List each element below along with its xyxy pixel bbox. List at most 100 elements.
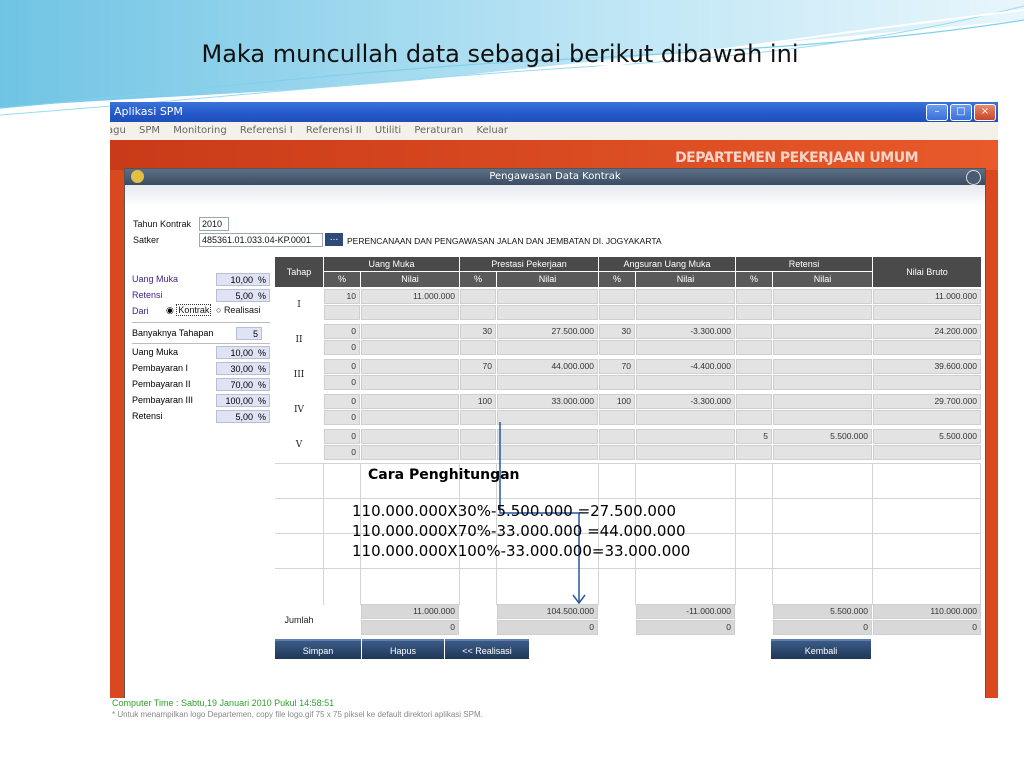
grid-cell[interactable] bbox=[599, 305, 635, 320]
grid-cell[interactable]: -4.400.000 bbox=[636, 359, 735, 374]
grid-cell[interactable]: 30 bbox=[460, 324, 496, 339]
dialog-close-icon[interactable] bbox=[966, 170, 981, 185]
grid-cell[interactable] bbox=[497, 429, 598, 444]
grid-cell[interactable] bbox=[873, 445, 981, 460]
close-icon[interactable]: × bbox=[974, 104, 996, 121]
radio-realisasi[interactable]: ○ Realisasi bbox=[216, 305, 260, 315]
payment-value[interactable]: 30,00 % bbox=[216, 362, 270, 375]
grid-cell[interactable] bbox=[636, 445, 735, 460]
menu-spm[interactable]: SPM bbox=[139, 125, 160, 136]
grid-cell[interactable] bbox=[736, 340, 772, 355]
grid-cell[interactable] bbox=[773, 305, 872, 320]
grid-cell[interactable] bbox=[636, 340, 735, 355]
radio-kontrak[interactable]: ◉ Kontrak bbox=[166, 304, 212, 316]
grid-cell[interactable] bbox=[599, 445, 635, 460]
grid-cell[interactable] bbox=[773, 375, 872, 390]
grid-cell[interactable]: 0 bbox=[324, 445, 360, 460]
grid-cell[interactable] bbox=[736, 410, 772, 425]
uang-muka-value[interactable]: 10,00 % bbox=[216, 273, 270, 286]
grid-cell[interactable] bbox=[497, 305, 598, 320]
grid-cell[interactable] bbox=[460, 429, 496, 444]
grid-cell[interactable]: 5 bbox=[736, 429, 772, 444]
grid-cell[interactable]: 100 bbox=[599, 394, 635, 409]
grid-cell[interactable] bbox=[636, 429, 735, 444]
grid-cell[interactable] bbox=[773, 445, 872, 460]
grid-cell[interactable] bbox=[497, 375, 598, 390]
banyaknya-value[interactable]: 5 bbox=[236, 327, 262, 340]
grid-cell[interactable]: 11.000.000 bbox=[873, 289, 981, 304]
payment-value[interactable]: 70,00 % bbox=[216, 378, 270, 391]
hapus-button[interactable]: Hapus bbox=[362, 639, 444, 659]
menu-referensi-1[interactable]: Referensi I bbox=[240, 125, 293, 136]
grid-cell[interactable] bbox=[460, 410, 496, 425]
grid-cell[interactable]: 30 bbox=[599, 324, 635, 339]
grid-cell[interactable] bbox=[460, 445, 496, 460]
grid-cell[interactable] bbox=[361, 410, 459, 425]
grid-cell[interactable] bbox=[460, 340, 496, 355]
grid-cell[interactable] bbox=[361, 429, 459, 444]
grid-cell[interactable] bbox=[636, 289, 735, 304]
grid-cell[interactable] bbox=[599, 410, 635, 425]
grid-cell[interactable]: 44.000.000 bbox=[497, 359, 598, 374]
grid-cell[interactable] bbox=[773, 394, 872, 409]
grid-cell[interactable] bbox=[460, 289, 496, 304]
menu-referensi-2[interactable]: Referensi II bbox=[306, 125, 362, 136]
grid-cell[interactable]: 5.500.000 bbox=[873, 429, 981, 444]
grid-cell[interactable] bbox=[497, 410, 598, 425]
grid-cell[interactable] bbox=[599, 289, 635, 304]
grid-cell[interactable] bbox=[773, 340, 872, 355]
grid-cell[interactable]: 0 bbox=[324, 410, 360, 425]
grid-cell[interactable] bbox=[736, 359, 772, 374]
grid-cell[interactable] bbox=[497, 340, 598, 355]
grid-cell[interactable]: 33.000.000 bbox=[497, 394, 598, 409]
menu-pagu[interactable]: agu bbox=[110, 125, 126, 136]
grid-cell[interactable] bbox=[599, 375, 635, 390]
grid-cell[interactable] bbox=[873, 375, 981, 390]
grid-cell[interactable] bbox=[773, 359, 872, 374]
grid-cell[interactable]: 0 bbox=[324, 340, 360, 355]
menu-monitoring[interactable]: Monitoring bbox=[173, 125, 226, 136]
payment-value[interactable]: 10,00 % bbox=[216, 346, 270, 359]
grid-cell[interactable] bbox=[460, 375, 496, 390]
grid-cell[interactable] bbox=[599, 340, 635, 355]
menu-keluar[interactable]: Keluar bbox=[476, 125, 508, 136]
simpan-button[interactable]: Simpan bbox=[275, 639, 361, 659]
kembali-button[interactable]: Kembali bbox=[771, 639, 871, 659]
tahun-input[interactable]: 2010 bbox=[199, 217, 229, 231]
satker-code-input[interactable]: 485361.01.033.04-KP.0001 bbox=[199, 233, 323, 247]
grid-cell[interactable] bbox=[636, 305, 735, 320]
realisasi-button[interactable]: << Realisasi bbox=[445, 639, 529, 659]
grid-cell[interactable]: 11.000.000 bbox=[361, 289, 459, 304]
grid-cell[interactable]: 39.600.000 bbox=[873, 359, 981, 374]
grid-cell[interactable]: 100 bbox=[460, 394, 496, 409]
grid-cell[interactable] bbox=[361, 359, 459, 374]
menu-utiliti[interactable]: Utiliti bbox=[375, 125, 401, 136]
menu-peraturan[interactable]: Peraturan bbox=[414, 125, 463, 136]
grid-cell[interactable] bbox=[497, 445, 598, 460]
grid-cell[interactable] bbox=[599, 429, 635, 444]
retensi-value[interactable]: 5,00 % bbox=[216, 289, 270, 302]
grid-cell[interactable] bbox=[736, 445, 772, 460]
grid-cell[interactable] bbox=[773, 410, 872, 425]
grid-cell[interactable] bbox=[497, 289, 598, 304]
grid-cell[interactable] bbox=[361, 340, 459, 355]
grid-cell[interactable] bbox=[736, 289, 772, 304]
grid-cell[interactable] bbox=[736, 324, 772, 339]
grid-cell[interactable] bbox=[873, 410, 981, 425]
satker-lookup-button[interactable]: ... bbox=[325, 233, 343, 246]
grid-cell[interactable]: 10 bbox=[324, 289, 360, 304]
payment-value[interactable]: 5,00 % bbox=[216, 410, 270, 423]
grid-cell[interactable]: 5.500.000 bbox=[773, 429, 872, 444]
grid-cell[interactable] bbox=[361, 394, 459, 409]
grid-cell[interactable] bbox=[736, 375, 772, 390]
grid-cell[interactable] bbox=[636, 410, 735, 425]
grid-cell[interactable] bbox=[361, 324, 459, 339]
grid-cell[interactable] bbox=[873, 305, 981, 320]
grid-cell[interactable] bbox=[361, 305, 459, 320]
grid-cell[interactable]: 70 bbox=[460, 359, 496, 374]
grid-cell[interactable]: 0 bbox=[324, 359, 360, 374]
grid-cell[interactable]: 24.200.000 bbox=[873, 324, 981, 339]
grid-cell[interactable]: 29.700.000 bbox=[873, 394, 981, 409]
grid-cell[interactable]: 0 bbox=[324, 429, 360, 444]
grid-cell[interactable] bbox=[873, 340, 981, 355]
